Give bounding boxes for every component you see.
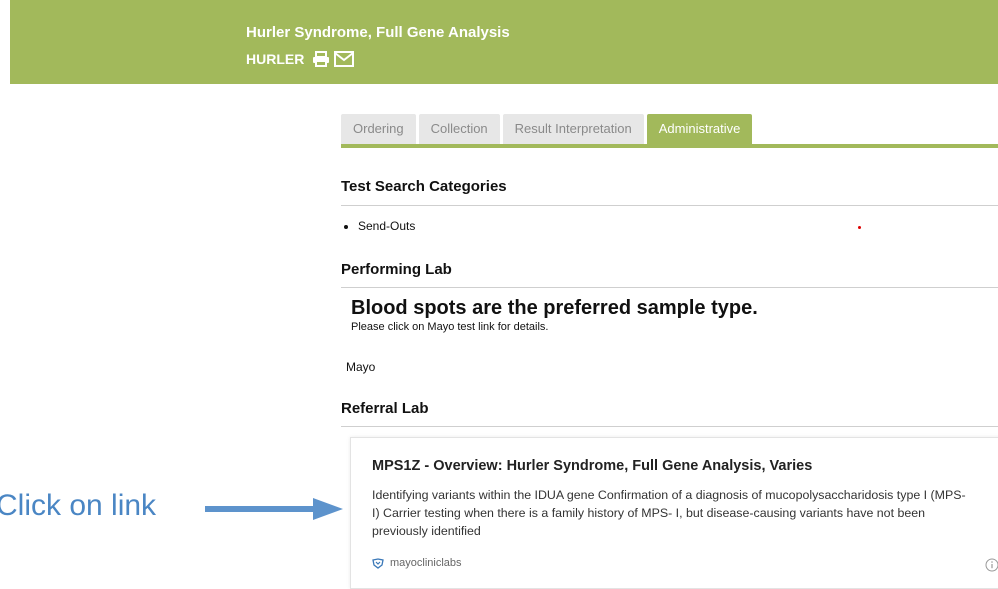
referral-link-description: Identifying variants within the IDUA gen… [372, 488, 966, 538]
divider [341, 426, 998, 427]
performing-lab-name: Mayo [346, 360, 376, 374]
link-source-name: mayocliniclabs [390, 557, 462, 569]
referral-link-card[interactable]: MPS1Z - Overview: Hurler Syndrome, Full … [350, 437, 998, 589]
mayo-logo-icon [372, 557, 384, 569]
referral-link-title[interactable]: MPS1Z - Overview: Hurler Syndrome, Full … [372, 458, 812, 474]
tab-collection[interactable]: Collection [418, 114, 500, 144]
link-source: mayocliniclabs [372, 557, 462, 569]
test-code-row: HURLER [246, 51, 355, 67]
divider [341, 287, 998, 288]
test-code: HURLER [246, 51, 305, 67]
referral-lab-heading: Referral Lab [341, 400, 429, 417]
printer-icon[interactable] [312, 51, 330, 67]
search-categories-heading: Test Search Categories [341, 178, 507, 195]
test-title: Hurler Syndrome, Full Gene Analysis [246, 24, 510, 41]
tab-administrative[interactable]: Administrative [646, 114, 753, 144]
red-dot [858, 226, 861, 229]
tab-result-interpretation[interactable]: Result Interpretation [502, 114, 644, 144]
tab-ordering[interactable]: Ordering [341, 114, 416, 144]
annotation-label: Click on link [0, 489, 157, 522]
details-note: Please click on Mayo test link for detai… [351, 321, 549, 333]
tab-underline [341, 144, 998, 148]
search-categories-list: Send-Outs [341, 219, 415, 233]
tab-bar: Ordering Collection Result Interpretatio… [341, 114, 753, 144]
header-banner: Hurler Syndrome, Full Gene Analysis HURL… [10, 0, 998, 84]
envelope-icon[interactable] [334, 51, 355, 67]
divider [341, 205, 998, 206]
info-icon[interactable] [985, 558, 998, 572]
preferred-sample-note: Blood spots are the preferred sample typ… [351, 297, 758, 319]
arrow-right-icon [205, 497, 345, 526]
performing-lab-heading: Performing Lab [341, 261, 452, 278]
list-item: Send-Outs [358, 219, 415, 233]
